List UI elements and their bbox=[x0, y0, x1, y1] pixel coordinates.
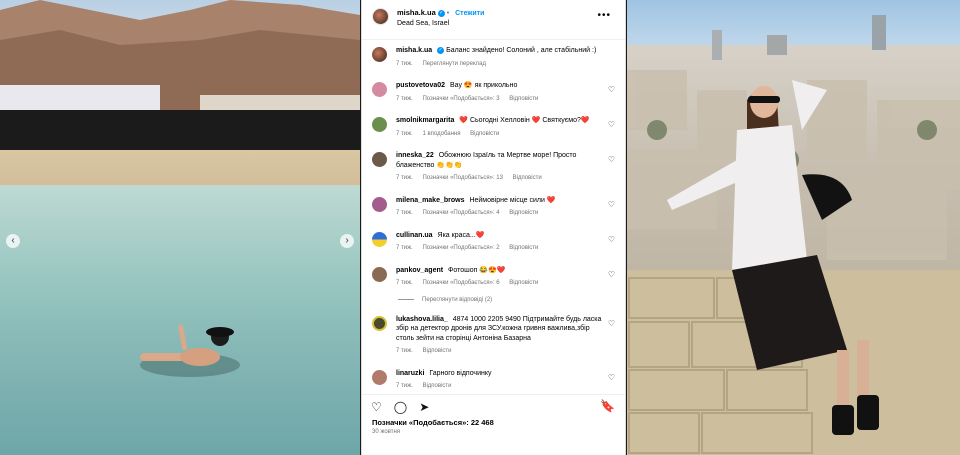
comment-item: cullinan.ua Яка краса...❤️ 7 тиж. Познач… bbox=[372, 231, 615, 254]
comment-time: 7 тиж. bbox=[396, 95, 413, 102]
commenter-avatar[interactable] bbox=[372, 315, 387, 331]
comment-likes[interactable]: 1 вподобання bbox=[422, 131, 460, 137]
comment-likes[interactable]: Позначки «Подобається»: 4 bbox=[422, 210, 499, 216]
commenter-avatar[interactable] bbox=[372, 196, 387, 212]
caption-username[interactable]: misha.k.ua bbox=[396, 47, 432, 54]
comment-time: 7 тиж. bbox=[396, 348, 413, 354]
commenter-avatar[interactable] bbox=[372, 82, 387, 97]
comment-text: Вау 😍 як прикольно bbox=[449, 82, 518, 89]
comment-text: ❤️ Сьогодні Хелловін ❤️ Святкуємо?❤️ bbox=[459, 117, 590, 124]
comment-item: linaruzki Гарного відпочинку 7 тиж. Відп… bbox=[372, 369, 615, 392]
swimmer-illustration bbox=[140, 324, 240, 377]
like-comment-icon[interactable]: ♡ bbox=[608, 319, 615, 328]
commenter-avatar[interactable] bbox=[372, 369, 387, 385]
see-translation-link[interactable]: Переглянути переклад bbox=[422, 61, 486, 67]
commenter-username[interactable]: milena_make_brows bbox=[396, 197, 464, 204]
reply-link[interactable]: Відповісти bbox=[509, 210, 538, 216]
reply-link[interactable]: Відповісти bbox=[509, 96, 538, 102]
like-comment-icon[interactable]: ♡ bbox=[608, 200, 615, 209]
like-comment-icon[interactable]: ♡ bbox=[608, 155, 615, 164]
commenter-username[interactable]: cullinan.ua bbox=[396, 232, 433, 239]
replies-divider bbox=[398, 299, 414, 300]
follow-button[interactable]: Стежити bbox=[455, 10, 484, 17]
likes-count[interactable]: Позначки «Подобається»: 22 468 bbox=[362, 418, 625, 427]
comment-icon[interactable]: ◯ bbox=[394, 400, 407, 414]
comment-text: Фотошоп 😂😍❤️ bbox=[448, 266, 506, 274]
more-options-icon[interactable]: ••• bbox=[597, 10, 611, 21]
like-icon[interactable]: ♡ bbox=[371, 400, 382, 414]
commenter-username[interactable]: smolnikmargarita bbox=[396, 117, 454, 124]
next-photo-button[interactable]: › bbox=[340, 234, 354, 248]
comment-likes[interactable]: Позначки «Подобається»: 13 bbox=[422, 175, 502, 181]
commenter-avatar[interactable] bbox=[372, 117, 387, 132]
post-header: misha.k.ua ✓ • Стежити Dead Sea, Israel … bbox=[362, 0, 625, 40]
reply-link[interactable]: Відповісти bbox=[422, 383, 451, 389]
comments-list[interactable]: misha.k.ua ✓ Баланс знайдено! Солоний , … bbox=[362, 40, 625, 394]
comment-likes[interactable]: Позначки «Подобається»: 2 bbox=[422, 245, 499, 251]
verified-icon: ✓ bbox=[437, 9, 445, 17]
comment-time: 7 тиж. bbox=[396, 383, 413, 389]
comment-item: pankov_agent Фотошоп 😂😍❤️ 7 тиж. Позначк… bbox=[372, 266, 615, 289]
reply-link[interactable]: Відповісти bbox=[470, 131, 499, 137]
caption-text: Баланс знайдено! Солоний , але стабільни… bbox=[446, 47, 597, 54]
caption-time: 7 тиж. bbox=[396, 60, 413, 67]
author-avatar[interactable] bbox=[372, 8, 389, 25]
comment-item: pustovetova02 Вау 😍 як прикольно 7 тиж. … bbox=[372, 81, 615, 104]
comment-time: 7 тиж. bbox=[396, 210, 413, 216]
reply-link[interactable]: Відповісти bbox=[509, 280, 538, 286]
like-comment-icon[interactable]: ♡ bbox=[608, 270, 615, 279]
commenter-username[interactable]: lukashova.lilia_ bbox=[396, 316, 448, 323]
commenter-username[interactable]: linaruzki bbox=[396, 370, 424, 377]
author-avatar-small[interactable] bbox=[372, 47, 387, 62]
comment-item: lukashova.lilia_ 4874 1000 2205 9490 Під… bbox=[372, 315, 615, 357]
reply-link[interactable]: Відповісти bbox=[422, 348, 451, 354]
like-comment-icon[interactable]: ♡ bbox=[608, 120, 615, 129]
like-comment-icon[interactable]: ♡ bbox=[608, 235, 615, 244]
comment-item: milena_make_brows Неймовірне місце сили … bbox=[372, 196, 615, 219]
comment-text: Неймовірне місце сили ❤️ bbox=[469, 196, 556, 204]
screen: ‹ › misha.k.ua ✓ • Стежити Dead Sea, Isr… bbox=[0, 0, 960, 455]
comment-item: inneska_22 Обожнюю Ізраїль та Мертве мор… bbox=[372, 151, 615, 184]
comment-time: 7 тиж. bbox=[396, 175, 413, 181]
comment-time: 7 тиж. bbox=[396, 130, 413, 137]
save-icon[interactable]: 🔖 bbox=[600, 399, 615, 413]
comment-likes[interactable]: Позначки «Подобається»: 3 bbox=[422, 96, 499, 102]
post-panel: misha.k.ua ✓ • Стежити Dead Sea, Israel … bbox=[361, 0, 626, 455]
post-actions: ♡ ◯ ➤ 🔖 bbox=[362, 394, 625, 418]
post-location[interactable]: Dead Sea, Israel bbox=[397, 19, 484, 29]
comment-item: smolnikmargarita ❤️ Сьогодні Хелловін ❤️… bbox=[372, 116, 615, 139]
view-replies-link[interactable]: Переглянути відповіді (2) bbox=[398, 297, 615, 303]
commenter-username[interactable]: pankov_agent bbox=[396, 267, 443, 274]
view-replies-label: Переглянути відповіді (2) bbox=[422, 296, 493, 303]
right-photo[interactable] bbox=[627, 0, 960, 455]
comment-text: Яка краса...❤️ bbox=[437, 231, 485, 239]
woman-illustration bbox=[667, 80, 879, 435]
caption: misha.k.ua ✓ Баланс знайдено! Солоний , … bbox=[372, 46, 615, 69]
commenter-avatar[interactable] bbox=[372, 152, 387, 167]
cliffs-illustration bbox=[0, 0, 360, 110]
reply-link[interactable]: Відповісти bbox=[513, 175, 542, 181]
left-photo[interactable]: ‹ › bbox=[0, 0, 360, 455]
commenter-avatar[interactable] bbox=[372, 231, 387, 247]
post-date: 30 жовтня bbox=[372, 429, 401, 435]
verified-icon: ✓ bbox=[437, 46, 445, 54]
commenter-username[interactable]: inneska_22 bbox=[396, 152, 434, 159]
prev-photo-button[interactable]: ‹ bbox=[6, 234, 20, 248]
comment-likes[interactable]: Позначки «Подобається»: 6 bbox=[422, 280, 499, 286]
comment-text: Гарного відпочинку bbox=[429, 369, 492, 377]
like-comment-icon[interactable]: ♡ bbox=[608, 373, 615, 382]
commenter-username[interactable]: pustovetova02 bbox=[396, 82, 445, 89]
comment-time: 7 тиж. bbox=[396, 245, 413, 251]
like-comment-icon[interactable]: ♡ bbox=[608, 85, 615, 94]
comment-time: 7 тиж. bbox=[396, 280, 413, 286]
author-username[interactable]: misha.k.ua bbox=[397, 8, 436, 17]
share-icon[interactable]: ➤ bbox=[419, 400, 429, 414]
reply-link[interactable]: Відповісти bbox=[509, 245, 538, 251]
commenter-avatar[interactable] bbox=[372, 266, 387, 282]
